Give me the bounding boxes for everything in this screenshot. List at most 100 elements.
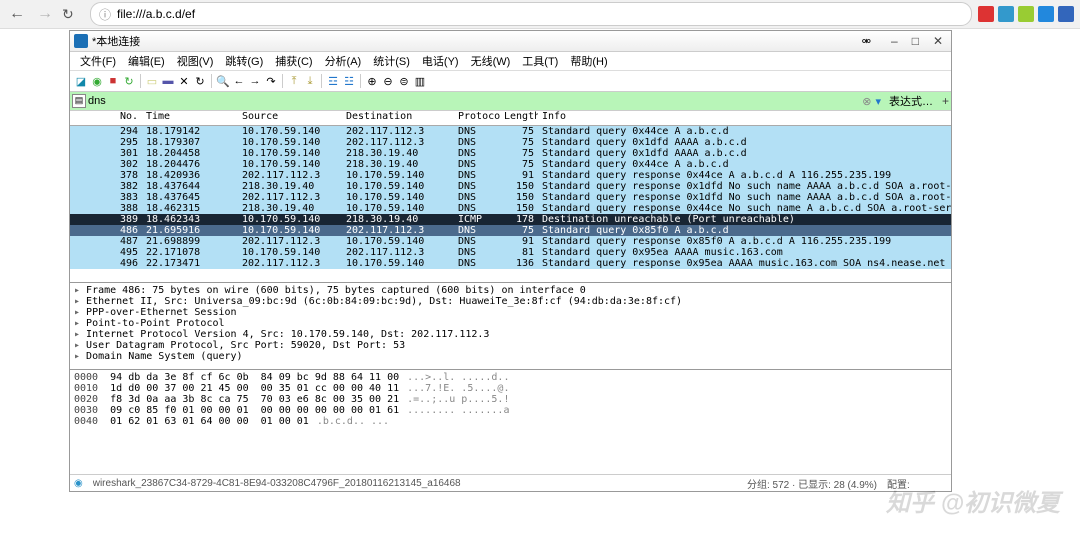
tree-item[interactable]: Frame 486: 75 bytes on wire (600 bits), … [74, 285, 947, 296]
start-capture-icon[interactable]: ◉ [90, 74, 104, 88]
menu-bar: 文件(F)编辑(E)视图(V)跳转(G)捕获(C)分析(A)统计(S)电话(Y)… [70, 52, 951, 71]
url-text: file:///a.b.c.d/ef [117, 7, 195, 21]
address-bar[interactable]: ⓘ file:///a.b.c.d/ef [90, 2, 972, 26]
col-destination[interactable]: Destination [342, 111, 454, 125]
hex-row[interactable]: 0040 01 62 01 63 01 64 00 00 01 00 01.b.… [74, 416, 947, 427]
save-icon[interactable]: ▬ [161, 74, 175, 88]
wireshark-window: *本地连接 ⚮ – □ ✕ 文件(F)编辑(E)视图(V)跳转(G)捕获(C)分… [69, 30, 952, 492]
tree-item[interactable]: User Datagram Protocol, Src Port: 59020,… [74, 340, 947, 351]
packet-bytes-pane[interactable]: 0000 94 db da 3e 8f cf 6c 0b 84 09 bc 9d… [70, 370, 951, 474]
status-packets: 分组: 572 · 已显示: 28 (4.9%) [747, 476, 877, 491]
packet-row[interactable]: 29518.17930710.170.59.140202.117.112.3DN… [70, 137, 951, 148]
hex-row[interactable]: 0010 1d d0 00 37 00 21 45 00 00 35 01 cc… [74, 383, 947, 394]
col-time[interactable]: Time [142, 111, 238, 125]
expert-info-icon[interactable]: ◉ [74, 478, 83, 489]
close-file-icon[interactable]: ✕ [177, 74, 191, 88]
hex-row[interactable]: 0030 09 c0 85 f0 01 00 00 01 00 00 00 00… [74, 405, 947, 416]
menu-item[interactable]: 电话(Y) [416, 53, 465, 69]
reload-file-icon[interactable]: ↻ [193, 74, 207, 88]
packet-row[interactable]: 48621.69591610.170.59.140202.117.112.3DN… [70, 225, 951, 236]
extension-icon[interactable] [1018, 6, 1034, 22]
extension-icon[interactable] [998, 6, 1014, 22]
col-no[interactable]: No. [70, 111, 142, 125]
app-icon [74, 34, 88, 48]
menu-item[interactable]: 跳转(G) [219, 53, 269, 69]
extension-icon[interactable] [1038, 6, 1054, 22]
menu-item[interactable]: 视图(V) [171, 53, 220, 69]
stop-capture-icon[interactable]: ■ [106, 74, 120, 88]
tree-item[interactable]: PPP-over-Ethernet Session [74, 307, 947, 318]
restart-capture-icon[interactable]: ↻ [122, 74, 136, 88]
tree-item[interactable]: Ethernet II, Src: Universa_09:bc:9d (6c:… [74, 296, 947, 307]
extension-icon[interactable] [978, 6, 994, 22]
packet-row[interactable]: 49622.173471202.117.112.310.170.59.140DN… [70, 258, 951, 269]
add-filter-button[interactable]: + [942, 94, 949, 108]
zoom-out-icon[interactable]: ⊖ [381, 74, 395, 88]
maximize-button[interactable]: □ [912, 34, 919, 48]
back-button[interactable]: ← [6, 3, 28, 25]
packet-row[interactable]: 30218.20447610.170.59.140218.30.19.40DNS… [70, 159, 951, 170]
menu-item[interactable]: 帮助(H) [564, 53, 613, 69]
packet-row[interactable]: 29418.17914210.170.59.140202.117.112.3DN… [70, 126, 951, 137]
menu-item[interactable]: 分析(A) [319, 53, 368, 69]
packet-row[interactable]: 49522.17107810.170.59.140202.117.112.3DN… [70, 247, 951, 258]
packet-row[interactable]: 38318.437645202.117.112.310.170.59.140DN… [70, 192, 951, 203]
menu-item[interactable]: 捕获(C) [269, 53, 318, 69]
extension-icons [978, 6, 1074, 22]
menu-item[interactable]: 文件(F) [74, 53, 122, 69]
recent-button[interactable]: ⚮ [862, 35, 871, 48]
colorize-icon[interactable]: ☳ [342, 74, 356, 88]
hex-row[interactable]: 0000 94 db da 3e 8f cf 6c 0b 84 09 bc 9d… [74, 372, 947, 383]
packet-row[interactable]: 30118.20445810.170.59.140218.30.19.40DNS… [70, 148, 951, 159]
find-icon[interactable]: 🔍 [216, 74, 230, 88]
next-icon[interactable]: → [248, 74, 262, 88]
packet-row[interactable]: 38218.437644218.30.19.4010.170.59.140DNS… [70, 181, 951, 192]
tool-bar: ◪ ◉ ■ ↻ ▭ ▬ ✕ ↻ 🔍 ← → ↷ ⤒ ⤓ ☲ ☳ ⊕ ⊖ ⊜ ▥ [70, 71, 951, 92]
interfaces-icon[interactable]: ◪ [74, 74, 88, 88]
packet-list-header: No. Time Source Destination Protocol Len… [70, 111, 951, 126]
minimize-button[interactable]: – [891, 34, 898, 48]
title-bar: *本地连接 ⚮ – □ ✕ [70, 31, 951, 52]
col-info[interactable]: Info [538, 111, 951, 125]
packet-row[interactable]: 37818.420936202.117.112.310.170.59.140DN… [70, 170, 951, 181]
menu-item[interactable]: 编辑(E) [122, 53, 171, 69]
filter-bookmark-icon[interactable]: ▤ [72, 94, 86, 108]
display-filter-input[interactable]: dns [70, 95, 862, 107]
close-button[interactable]: ✕ [933, 34, 943, 48]
info-icon: ⓘ [99, 6, 111, 23]
status-file: wireshark_23867C34-8729-4C81-8E94-033208… [93, 478, 737, 489]
tree-item[interactable]: Internet Protocol Version 4, Src: 10.170… [74, 329, 947, 340]
menu-item[interactable]: 工具(T) [516, 53, 564, 69]
packet-row[interactable]: 48721.698899202.117.112.310.170.59.140DN… [70, 236, 951, 247]
menu-item[interactable]: 无线(W) [465, 53, 517, 69]
reload-button[interactable]: ↻ [62, 6, 84, 23]
clear-filter-icon[interactable]: ⊗ [862, 95, 871, 108]
display-filter-bar: ▤ dns ⊗ ▾ 表达式… + [70, 92, 951, 111]
menu-item[interactable]: 统计(S) [367, 53, 416, 69]
tree-item[interactable]: Point-to-Point Protocol [74, 318, 947, 329]
open-icon[interactable]: ▭ [145, 74, 159, 88]
prev-icon[interactable]: ← [232, 74, 246, 88]
packet-row[interactable]: 38918.46234310.170.59.140218.30.19.40ICM… [70, 214, 951, 225]
packet-details-pane[interactable]: Frame 486: 75 bytes on wire (600 bits), … [70, 283, 951, 370]
zoom-reset-icon[interactable]: ⊜ [397, 74, 411, 88]
col-protocol[interactable]: Protocol [454, 111, 500, 125]
col-length[interactable]: Length [500, 111, 538, 125]
hex-row[interactable]: 0020 f8 3d 0a aa 3b 8c ca 75 70 03 e6 8c… [74, 394, 947, 405]
col-source[interactable]: Source [238, 111, 342, 125]
packet-row[interactable]: 38818.462315218.30.19.4010.170.59.140DNS… [70, 203, 951, 214]
extension-icon[interactable] [1058, 6, 1074, 22]
jump-icon[interactable]: ↷ [264, 74, 278, 88]
apply-filter-icon[interactable]: ▾ [875, 95, 881, 108]
autoscroll-icon[interactable]: ☲ [326, 74, 340, 88]
first-icon[interactable]: ⤒ [287, 74, 301, 88]
forward-button[interactable]: → [34, 3, 56, 25]
status-bar: ◉ wireshark_23867C34-8729-4C81-8E94-0332… [70, 474, 951, 491]
zoom-in-icon[interactable]: ⊕ [365, 74, 379, 88]
tree-item[interactable]: Domain Name System (query) [74, 351, 947, 362]
resize-cols-icon[interactable]: ▥ [413, 74, 427, 88]
last-icon[interactable]: ⤓ [303, 74, 317, 88]
expression-button[interactable]: 表达式… [885, 93, 937, 109]
window-title: *本地连接 [92, 33, 477, 49]
packet-list[interactable]: 29418.17914210.170.59.140202.117.112.3DN… [70, 126, 951, 283]
